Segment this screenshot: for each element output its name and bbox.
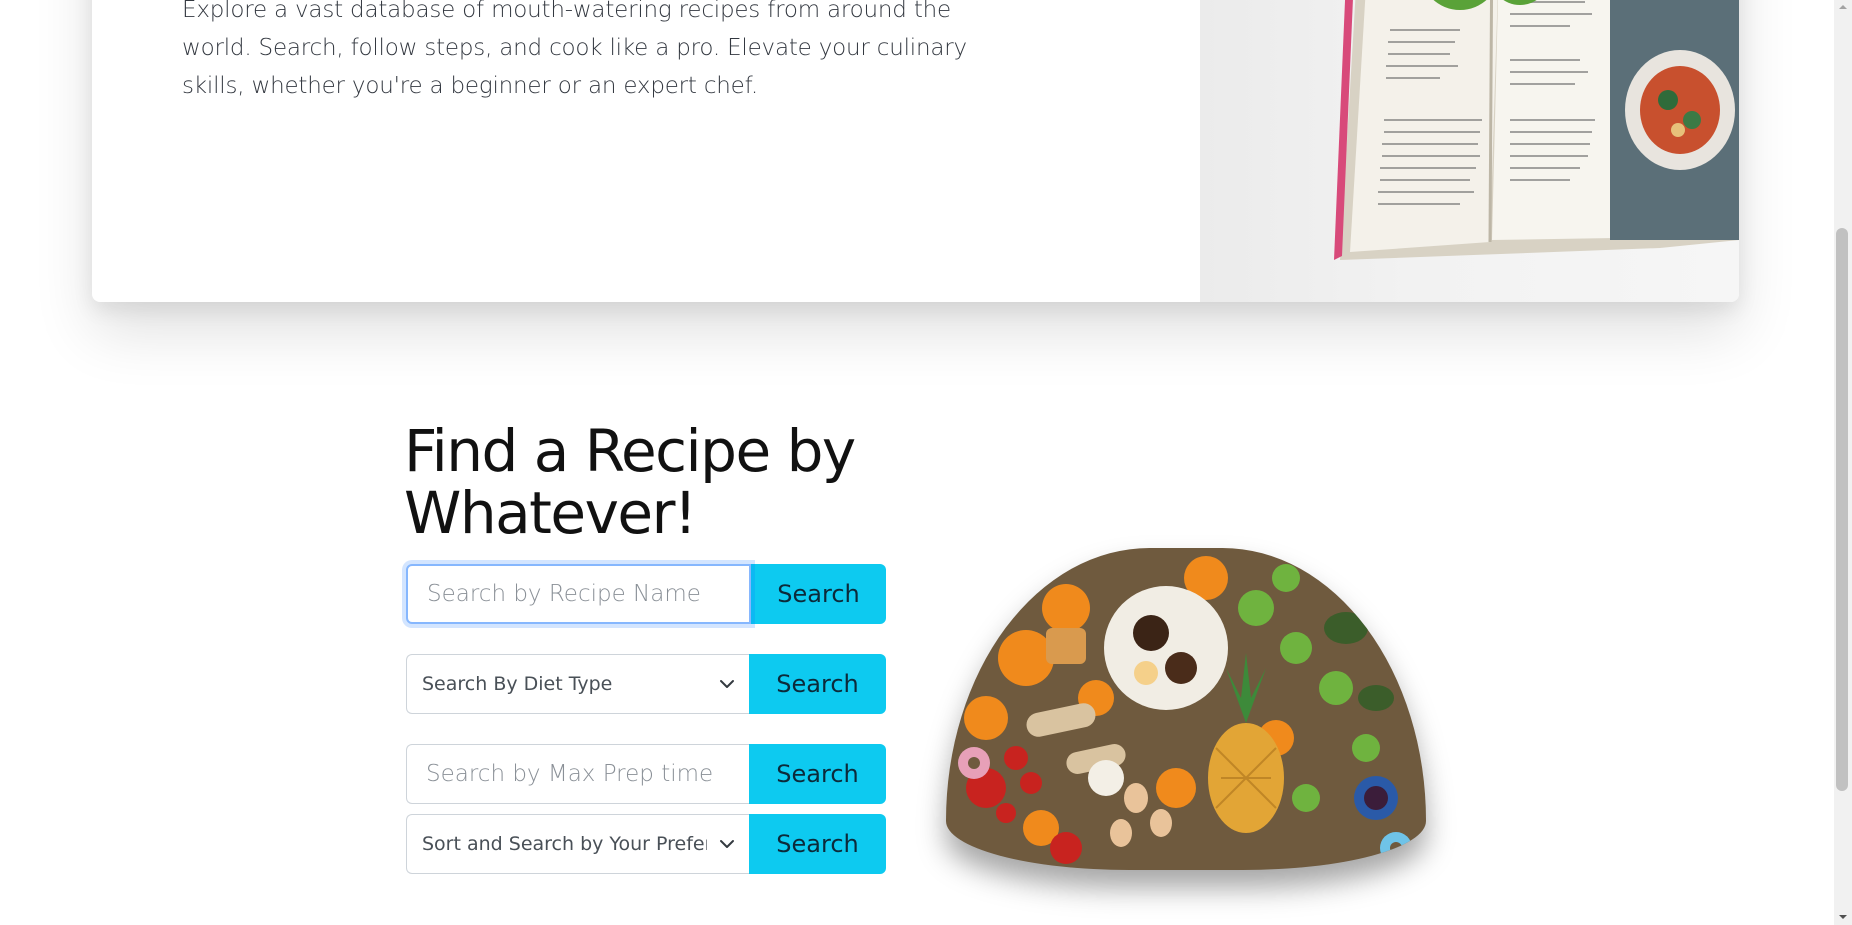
- food-spread-image: [946, 548, 1426, 870]
- recipe-name-search-group: Search: [406, 564, 886, 624]
- diet-type-search-group: Search By Diet Type Search: [406, 654, 886, 714]
- chevron-down-icon: [720, 680, 734, 688]
- chevron-down-icon: [720, 840, 734, 848]
- diet-type-selected: Search By Diet Type: [422, 673, 613, 695]
- preference-selected: Sort and Search by Your Preferences: [422, 833, 707, 855]
- preference-search-group: Sort and Search by Your Preferences Sear…: [406, 814, 886, 874]
- max-prep-field[interactable]: [406, 744, 749, 804]
- finder-title: Find a Recipe by Whatever!: [404, 417, 856, 547]
- scroll-up-arrow-icon[interactable]: [1837, 2, 1849, 12]
- hero-card: Explore a vast database of mouth-waterin…: [92, 0, 1739, 302]
- food-spread-illustration: [946, 548, 1426, 870]
- cookbook-illustration: [1334, 0, 1739, 260]
- recipe-name-field[interactable]: [406, 564, 751, 624]
- page: Explore a vast database of mouth-waterin…: [0, 0, 1834, 925]
- max-prep-search-button[interactable]: Search: [749, 744, 886, 804]
- diet-type-select[interactable]: Search By Diet Type: [406, 654, 749, 714]
- max-prep-input[interactable]: [426, 761, 730, 787]
- cookbook-image: [1200, 0, 1739, 302]
- recipe-name-search-button[interactable]: Search: [751, 564, 886, 624]
- diet-type-search-button[interactable]: Search: [749, 654, 886, 714]
- recipe-name-input[interactable]: [427, 581, 730, 607]
- preference-select[interactable]: Sort and Search by Your Preferences: [406, 814, 749, 874]
- scroll-down-arrow-icon[interactable]: [1837, 912, 1849, 922]
- max-prep-search-group: Search: [406, 744, 886, 804]
- scrollbar-thumb[interactable]: [1836, 228, 1848, 791]
- hero-intro-text: Explore a vast database of mouth-waterin…: [182, 0, 967, 99]
- preference-search-button[interactable]: Search: [749, 814, 886, 874]
